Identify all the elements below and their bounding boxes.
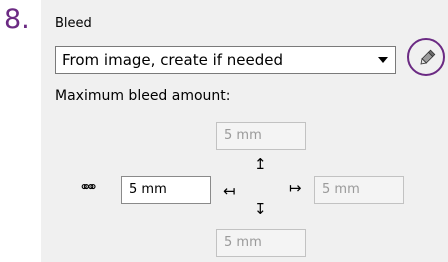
- edit-button-highlight[interactable]: [407, 38, 445, 76]
- bleed-bottom-field[interactable]: 5 mm: [216, 229, 306, 257]
- arrow-left-icon: ↤: [223, 182, 236, 200]
- max-bleed-label: Maximum bleed amount:: [55, 88, 231, 104]
- bleed-mode-dropdown[interactable]: From image, create if needed: [55, 46, 396, 74]
- step-number: 8.: [4, 4, 30, 35]
- arrow-right-icon: ↦: [289, 179, 302, 197]
- bleed-mode-value: From image, create if needed: [62, 51, 284, 69]
- bleed-right-field[interactable]: 5 mm: [314, 176, 404, 204]
- pencil-icon: [420, 49, 436, 65]
- link-icon[interactable]: ⚭⚭: [79, 178, 98, 196]
- dropdown-arrow-icon: [378, 57, 388, 63]
- arrow-down-icon: ↧: [254, 200, 267, 218]
- bleed-left-field[interactable]: 5 mm: [121, 176, 211, 204]
- bleed-top-field[interactable]: 5 mm: [216, 122, 306, 150]
- arrow-up-icon: ↥: [254, 155, 267, 173]
- bleed-section-title: Bleed: [55, 16, 92, 31]
